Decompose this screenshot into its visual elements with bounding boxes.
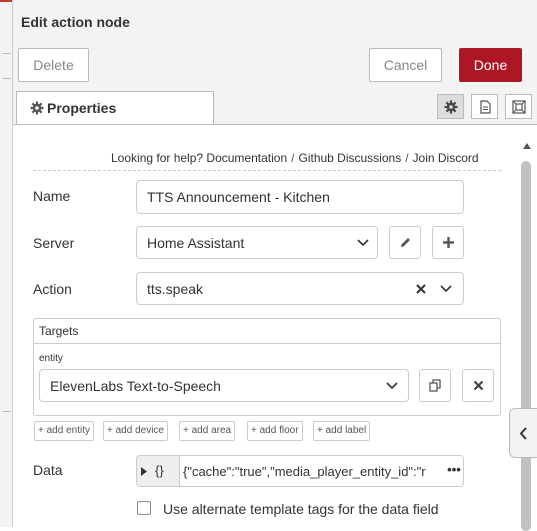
server-select[interactable]: Home Assistant xyxy=(136,226,378,259)
delete-button[interactable]: Delete xyxy=(18,48,89,82)
plus-icon xyxy=(443,237,454,248)
scroll-up-arrow-icon[interactable] xyxy=(523,143,531,149)
help-prefix: Looking for help? xyxy=(111,151,204,165)
alt-template-checkbox[interactable] xyxy=(137,501,151,515)
gear-icon xyxy=(444,100,458,114)
tab-appearance-button[interactable] xyxy=(505,94,532,119)
pencil-icon xyxy=(401,238,410,247)
action-select[interactable]: tts.speak xyxy=(136,272,464,305)
remove-entity-button[interactable] xyxy=(462,369,494,402)
name-label: Name xyxy=(33,188,71,204)
action-label: Action xyxy=(33,281,72,297)
add-floor-label: add floor xyxy=(259,425,299,436)
json-type-icon: {} xyxy=(155,463,164,478)
data-type-selector[interactable]: {} xyxy=(137,456,180,486)
workspace-node-edge xyxy=(3,411,11,412)
add-area-label: add area xyxy=(191,425,232,436)
copy-entity-button[interactable] xyxy=(419,369,451,402)
tray-title: Edit action node xyxy=(21,14,130,30)
edit-tray: Edit action node Delete Cancel Done Prop… xyxy=(12,0,537,531)
tray-toolbar: Delete Cancel Done xyxy=(13,44,537,91)
plus-icon: + xyxy=(251,425,260,436)
data-input[interactable]: {} {"cache":"true","media_player_entity_… xyxy=(136,455,464,487)
add-server-button[interactable] xyxy=(432,226,464,259)
properties-panel: Looking for help? Documentation / Github D… xyxy=(13,125,537,531)
close-icon xyxy=(473,380,484,391)
plus-icon: + xyxy=(107,425,116,436)
add-device-button[interactable]: + add device xyxy=(103,421,168,441)
tab-settings-button[interactable] xyxy=(437,94,464,119)
entity-value: ElevenLabs Text-to-Speech xyxy=(50,378,221,394)
collapse-sidebar-button[interactable] xyxy=(509,408,537,458)
edit-server-button[interactable] xyxy=(389,226,421,259)
tray-header: Edit action node xyxy=(13,0,537,45)
gear-icon xyxy=(30,101,44,115)
alt-template-label: Use alternate template tags for the data… xyxy=(163,501,439,517)
cancel-button[interactable]: Cancel xyxy=(369,48,442,82)
help-link-github[interactable]: Github Discussions xyxy=(298,151,401,165)
workspace-node-edge xyxy=(3,53,11,54)
chevron-down-icon xyxy=(386,382,398,390)
help-separator: / xyxy=(405,151,409,165)
add-area-button[interactable]: + add area xyxy=(179,421,236,441)
name-value: TTS Announcement - Kitchen xyxy=(147,189,330,205)
tab-description-button[interactable] xyxy=(471,94,498,119)
targets-header: Targets xyxy=(34,319,500,344)
help-link-documentation[interactable]: Documentation xyxy=(206,151,287,165)
caret-right-icon xyxy=(141,467,147,476)
server-label: Server xyxy=(33,235,75,251)
entity-select[interactable]: ElevenLabs Text-to-Speech xyxy=(39,369,409,402)
add-entity-label: add entity xyxy=(46,425,90,436)
scrollbar[interactable] xyxy=(521,135,531,531)
plus-icon: + xyxy=(183,425,192,436)
plus-icon: + xyxy=(317,425,326,436)
clear-icon[interactable] xyxy=(416,284,426,294)
chevron-down-icon xyxy=(357,239,369,247)
add-device-label: add device xyxy=(115,425,164,436)
help-link-discord[interactable]: Join Discord xyxy=(413,151,479,165)
divider xyxy=(33,170,501,171)
workspace-node-edge xyxy=(3,78,11,79)
targets-box: Targets entity ElevenLabs Text-to-Speech xyxy=(33,318,501,416)
targets-title: Targets xyxy=(39,324,79,338)
tab-properties[interactable]: Properties xyxy=(16,91,214,124)
help-links: Looking for help? Documentation / Github D… xyxy=(111,151,479,165)
add-label-button[interactable]: + add label xyxy=(313,421,371,441)
plus-icon: + xyxy=(38,425,47,436)
appearance-icon xyxy=(512,100,526,114)
name-input[interactable]: TTS Announcement - Kitchen xyxy=(136,180,464,214)
chevron-left-icon xyxy=(519,427,527,440)
workspace-highlight xyxy=(0,0,12,2)
chevron-down-icon xyxy=(440,285,452,293)
entity-label: entity xyxy=(39,353,63,364)
add-label-label: add label xyxy=(325,425,367,436)
action-value: tts.speak xyxy=(147,281,204,297)
add-floor-button[interactable]: + add floor xyxy=(247,421,303,441)
data-label: Data xyxy=(33,462,63,478)
data-value: {"cache":"true","media_player_entity_id"… xyxy=(183,464,426,479)
copy-icon xyxy=(429,379,441,392)
tab-properties-label: Properties xyxy=(47,100,117,116)
description-icon xyxy=(480,100,491,114)
expand-editor-icon[interactable]: ••• xyxy=(445,456,463,486)
scrollbar-thumb[interactable] xyxy=(521,161,531,531)
add-entity-button[interactable]: + add entity xyxy=(34,421,94,441)
tab-bar: Properties xyxy=(13,90,537,125)
help-separator: / xyxy=(291,151,295,165)
server-value: Home Assistant xyxy=(147,235,245,251)
done-button[interactable]: Done xyxy=(459,48,522,82)
